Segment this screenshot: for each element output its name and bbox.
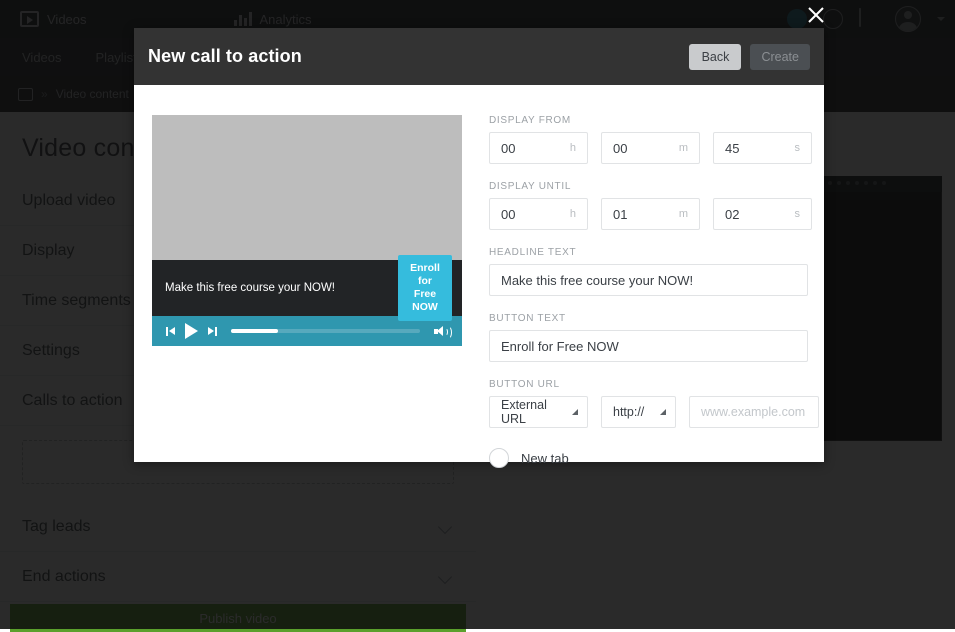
display-until-seconds-input[interactable]: 02 s bbox=[713, 198, 812, 230]
dialog-title: New call to action bbox=[148, 46, 302, 67]
url-type-select[interactable]: External URL bbox=[489, 396, 588, 428]
preview-headline-text: Make this free course your NOW! bbox=[165, 282, 335, 294]
button-url-group: BUTTON URL External URL http:// www.exam… bbox=[489, 379, 819, 428]
back-button[interactable]: Back bbox=[689, 44, 741, 70]
display-until-minutes-value: 01 bbox=[613, 207, 627, 222]
display-from-hours-value: 00 bbox=[501, 141, 515, 156]
url-input[interactable]: www.example.com bbox=[689, 396, 819, 428]
display-from-group: DISPLAY FROM 00 h 00 m 45 s bbox=[489, 115, 819, 164]
chevron-down-icon bbox=[572, 409, 578, 415]
headline-text-input[interactable]: Make this free course your NOW! bbox=[489, 264, 808, 296]
volume-icon[interactable] bbox=[434, 325, 450, 338]
url-scheme-value: http:// bbox=[613, 405, 644, 419]
button-text-input[interactable]: Enroll for Free NOW bbox=[489, 330, 808, 362]
button-url-label: BUTTON URL bbox=[489, 379, 819, 390]
display-until-seconds-unit: s bbox=[795, 208, 801, 220]
preview-cta-button[interactable]: Enroll for Free NOW bbox=[398, 255, 452, 321]
display-until-seconds-value: 02 bbox=[725, 207, 739, 222]
cta-preview: Make this free course your NOW! Enroll f… bbox=[152, 115, 462, 346]
url-type-value: External URL bbox=[501, 398, 566, 426]
chevron-down-icon bbox=[660, 409, 666, 415]
progress-bar[interactable] bbox=[231, 329, 420, 333]
display-until-group: DISPLAY UNTIL 00 h 01 m 02 s bbox=[489, 181, 819, 230]
prev-icon[interactable] bbox=[166, 327, 175, 336]
dialog-header-buttons: Back Create bbox=[689, 44, 810, 70]
display-from-seconds-input[interactable]: 45 s bbox=[713, 132, 812, 164]
next-icon[interactable] bbox=[208, 327, 217, 336]
display-until-minutes-unit: m bbox=[679, 208, 688, 220]
new-tab-label: New tab bbox=[521, 451, 569, 466]
display-from-hours-unit: h bbox=[570, 142, 576, 154]
display-until-hours-input[interactable]: 00 h bbox=[489, 198, 588, 230]
close-icon[interactable] bbox=[803, 2, 829, 28]
display-from-seconds-value: 45 bbox=[725, 141, 739, 156]
dialog-header: New call to action Back Create bbox=[134, 28, 824, 85]
display-from-seconds-unit: s bbox=[795, 142, 801, 154]
display-from-label: DISPLAY FROM bbox=[489, 115, 819, 126]
button-text-label: BUTTON TEXT bbox=[489, 313, 819, 324]
cta-form: DISPLAY FROM 00 h 00 m 45 s bbox=[462, 115, 819, 468]
headline-text-label: HEADLINE TEXT bbox=[489, 247, 819, 258]
dialog-body: Make this free course your NOW! Enroll f… bbox=[134, 85, 824, 468]
headline-text-group: HEADLINE TEXT Make this free course your… bbox=[489, 247, 819, 296]
display-from-hours-input[interactable]: 00 h bbox=[489, 132, 588, 164]
display-until-hours-unit: h bbox=[570, 208, 576, 220]
create-button[interactable]: Create bbox=[750, 44, 810, 70]
url-scheme-select[interactable]: http:// bbox=[601, 396, 676, 428]
display-from-minutes-value: 00 bbox=[613, 141, 627, 156]
display-from-minutes-input[interactable]: 00 m bbox=[601, 132, 700, 164]
preview-overlay: Make this free course your NOW! Enroll f… bbox=[152, 260, 462, 316]
new-call-to-action-dialog: New call to action Back Create Make this… bbox=[134, 28, 824, 462]
display-from-minutes-unit: m bbox=[679, 142, 688, 154]
new-tab-toggle[interactable]: New tab bbox=[489, 448, 569, 468]
play-icon[interactable] bbox=[185, 323, 198, 339]
video-thumbnail bbox=[152, 115, 462, 260]
new-tab-radio[interactable] bbox=[489, 448, 509, 468]
display-until-hours-value: 00 bbox=[501, 207, 515, 222]
button-text-group: BUTTON TEXT Enroll for Free NOW bbox=[489, 313, 819, 362]
display-until-minutes-input[interactable]: 01 m bbox=[601, 198, 700, 230]
preview-column: Make this free course your NOW! Enroll f… bbox=[152, 115, 462, 468]
display-until-label: DISPLAY UNTIL bbox=[489, 181, 819, 192]
